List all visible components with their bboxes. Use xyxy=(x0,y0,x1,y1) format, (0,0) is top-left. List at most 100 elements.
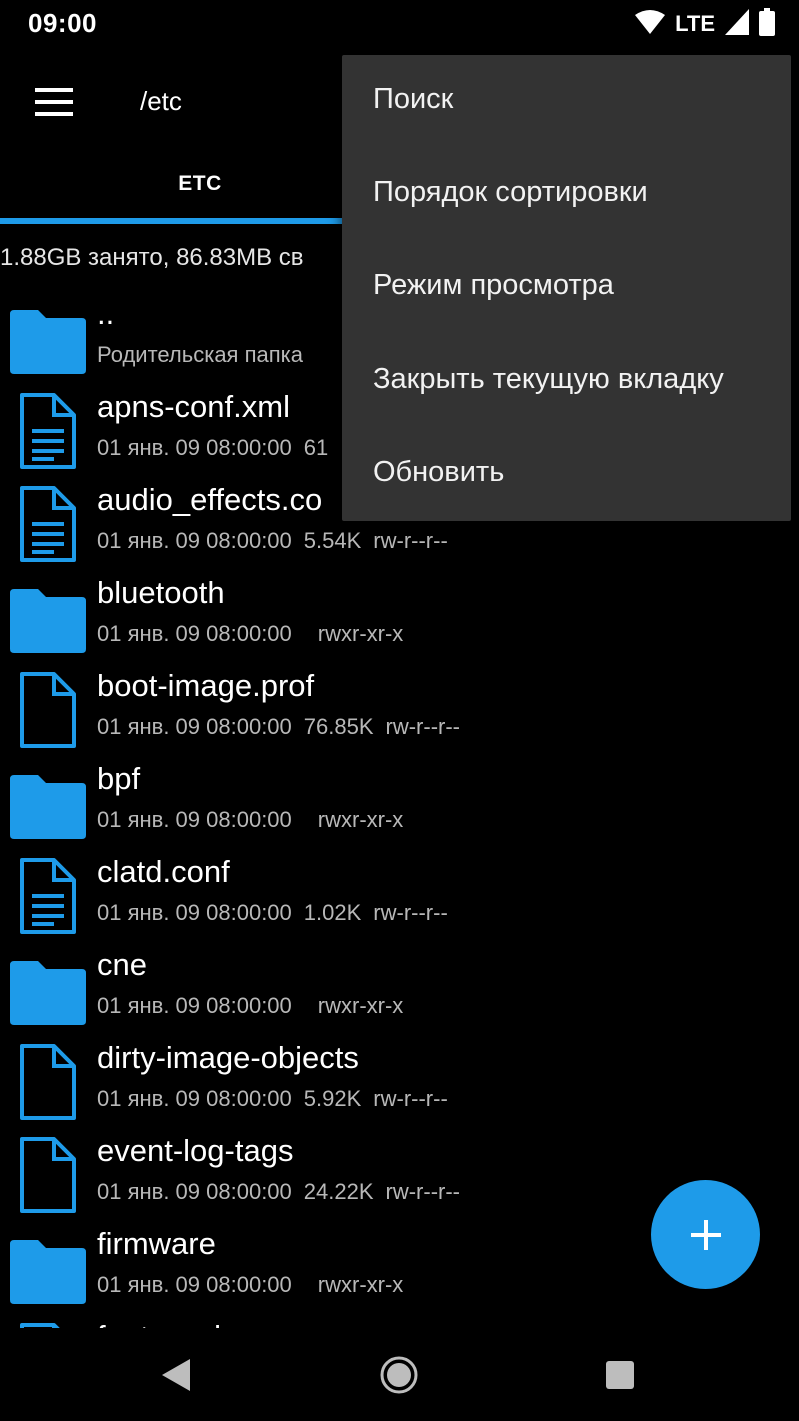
document-icon xyxy=(8,856,88,936)
folder-icon xyxy=(8,1228,88,1308)
file-permissions: rw-r--r-- xyxy=(373,900,448,925)
menu-item-label: Порядок сортировки xyxy=(373,176,648,208)
file-date: 01 янв. 09 08:00:00 xyxy=(97,993,292,1018)
menu-item-close-tab[interactable]: Закрыть текущую вкладку xyxy=(342,335,791,428)
hamburger-icon xyxy=(35,88,73,116)
file-permissions: rw-r--r-- xyxy=(385,1179,461,1204)
file-meta: 01 янв. 09 08:00:00 rwxr-xr-x xyxy=(97,807,403,833)
file-permissions: rw-r--r-- xyxy=(385,714,461,739)
menu-item-refresh[interactable]: Обновить xyxy=(342,428,791,521)
network-type: LTE xyxy=(675,11,715,36)
document-icon xyxy=(8,1321,88,1328)
overflow-menu: Поиск Порядок сортировки Режим просмотра… xyxy=(342,55,791,521)
folder-icon xyxy=(8,298,88,378)
navigation-bar xyxy=(0,1328,799,1421)
file-meta: 01 янв. 09 08:00:00 1.02K rw-r--r-- xyxy=(97,900,448,926)
file-meta: 01 янв. 09 08:00:00 76.85K rw-r--r-- xyxy=(97,714,460,740)
file-size: 61 xyxy=(303,435,329,460)
menu-item-view-mode[interactable]: Режим просмотра xyxy=(342,241,791,334)
file-size: 1.02K xyxy=(303,900,362,925)
home-circle-icon xyxy=(380,1356,418,1394)
file-name: bluetooth xyxy=(97,575,225,610)
file-icon xyxy=(8,1135,88,1215)
file-size: 5.92K xyxy=(303,1086,362,1111)
folder-icon xyxy=(8,577,88,657)
tab-indicator xyxy=(0,218,344,224)
file-meta: 01 янв. 09 08:00:00 rwxr-xr-x xyxy=(97,1272,403,1298)
document-icon xyxy=(8,391,88,471)
file-date: 01 янв. 09 08:00:00 xyxy=(97,1086,292,1111)
menu-item-sort-order[interactable]: Порядок сортировки xyxy=(342,148,791,241)
file-date: 01 янв. 09 08:00:00 xyxy=(97,528,292,553)
menu-item-search[interactable]: Поиск xyxy=(342,55,791,148)
file-size: 76.85K xyxy=(303,714,374,739)
file-permissions: rwxr-xr-x xyxy=(317,1272,404,1297)
folder-icon xyxy=(8,763,88,843)
folder-icon xyxy=(8,949,88,1029)
list-item[interactable]: dirty-image-objects 01 янв. 09 08:00:00 5… xyxy=(0,1036,799,1129)
file-permissions: rwxr-xr-x xyxy=(317,807,404,832)
battery-icon xyxy=(759,7,775,41)
file-permissions: rw-r--r-- xyxy=(373,1086,448,1111)
file-date: 01 янв. 09 08:00:00 xyxy=(97,1272,292,1297)
file-permissions: rwxr-xr-x xyxy=(317,993,404,1018)
add-fab-button[interactable] xyxy=(651,1180,760,1289)
menu-item-label: Поиск xyxy=(373,83,454,115)
file-name: bpf xyxy=(97,761,141,796)
list-item[interactable]: bpf 01 янв. 09 08:00:00 rwxr-xr-x xyxy=(0,757,799,850)
file-icon xyxy=(8,670,88,750)
file-date: 01 янв. 09 08:00:00 xyxy=(97,900,292,925)
list-item[interactable]: boot-image.prof 01 янв. 09 08:00:00 76.85… xyxy=(0,664,799,757)
home-button[interactable] xyxy=(374,1350,424,1400)
status-icons: LTE xyxy=(635,7,775,41)
menu-item-label: Режим просмотра xyxy=(373,269,614,301)
file-meta: 01 янв. 09 08:00:00 61 xyxy=(97,435,328,461)
file-permissions: rwxr-xr-x xyxy=(317,621,404,646)
list-item[interactable]: bluetooth 01 янв. 09 08:00:00 rwxr-xr-x xyxy=(0,571,799,664)
signal-icon xyxy=(725,8,749,40)
tab-label: ETC xyxy=(178,172,222,195)
recents-square-icon xyxy=(606,1361,634,1389)
back-triangle-icon xyxy=(162,1359,190,1391)
file-meta: 01 янв. 09 08:00:00 rwxr-xr-x xyxy=(97,621,403,647)
file-icon xyxy=(8,1042,88,1122)
file-name: event-log-tags xyxy=(97,1133,294,1168)
file-date: 01 янв. 09 08:00:00 xyxy=(97,807,292,832)
file-name: boot-image.prof xyxy=(97,668,315,703)
plus-icon xyxy=(690,1219,721,1250)
file-permissions: rw-r--r-- xyxy=(373,528,448,553)
status-bar: 09:00 LTE xyxy=(0,0,799,48)
file-date: 01 янв. 09 08:00:00 xyxy=(97,714,292,739)
file-name: .. xyxy=(97,296,115,331)
file-date: 01 янв. 09 08:00:00 xyxy=(97,435,292,460)
file-name: firmware xyxy=(97,1226,216,1261)
tab-etc[interactable]: ETC xyxy=(0,148,400,224)
menu-item-label: Обновить xyxy=(373,456,505,488)
file-size: 5.54K xyxy=(303,528,362,553)
menu-item-label: Закрыть текущую вкладку xyxy=(373,363,724,395)
document-icon xyxy=(8,484,88,564)
file-date: 01 янв. 09 08:00:00 xyxy=(97,621,292,646)
back-button[interactable] xyxy=(151,1350,201,1400)
list-item[interactable]: fonts.xml xyxy=(0,1315,799,1328)
file-name: clatd.conf xyxy=(97,854,230,889)
file-meta: 01 янв. 09 08:00:00 5.92K rw-r--r-- xyxy=(97,1086,448,1112)
storage-info: 1.88GB занято, 86.83MB св xyxy=(0,244,304,271)
file-date: 01 янв. 09 08:00:00 xyxy=(97,1179,292,1204)
file-name: apns-conf.xml xyxy=(97,389,290,424)
file-meta: Родительская папка xyxy=(97,342,303,367)
file-name: fonts.xml xyxy=(97,1319,221,1328)
list-item[interactable]: clatd.conf 01 янв. 09 08:00:00 1.02K rw-r-… xyxy=(0,850,799,943)
wifi-icon xyxy=(635,9,666,40)
file-name: audio_effects.co xyxy=(97,482,323,517)
hamburger-menu-button[interactable] xyxy=(22,74,86,130)
file-meta: 01 янв. 09 08:00:00 24.22K rw-r--r-- xyxy=(97,1179,460,1205)
file-meta: 01 янв. 09 08:00:00 rwxr-xr-x xyxy=(97,993,403,1019)
status-time: 09:00 xyxy=(28,8,97,38)
file-meta: 01 янв. 09 08:00:00 5.54K rw-r--r-- xyxy=(97,528,448,554)
list-item[interactable]: cne 01 янв. 09 08:00:00 rwxr-xr-x xyxy=(0,943,799,1036)
file-name: dirty-image-objects xyxy=(97,1040,359,1075)
file-name: cne xyxy=(97,947,147,982)
file-size: 24.22K xyxy=(303,1179,374,1204)
recents-button[interactable] xyxy=(595,1350,645,1400)
